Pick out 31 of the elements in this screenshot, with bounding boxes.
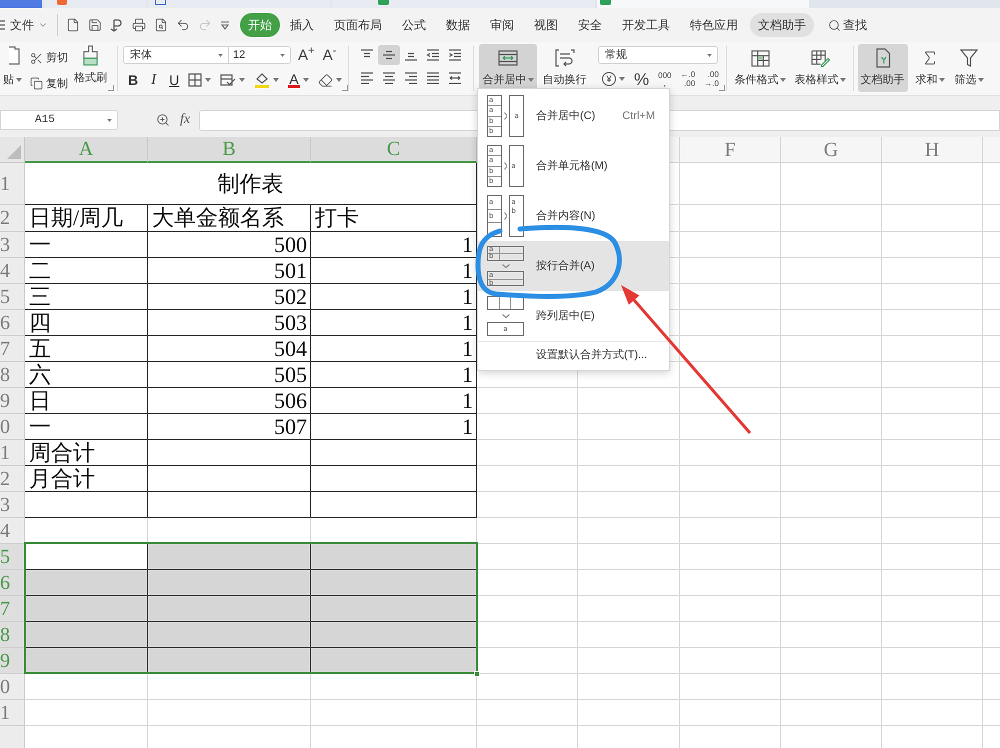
table-cell: 1 bbox=[311, 336, 477, 362]
table-cell: 六 bbox=[25, 362, 148, 388]
table-cell: 1 bbox=[311, 232, 477, 258]
table-cell: 周合计 bbox=[25, 440, 148, 466]
table-cell: 大单金额名系 bbox=[148, 205, 311, 232]
table-cell: 四 bbox=[25, 310, 148, 336]
table-cell: 1 bbox=[311, 284, 477, 310]
table-cell: 507 bbox=[148, 414, 311, 440]
table-cell: 1 bbox=[311, 388, 477, 414]
table-cell: 一 bbox=[25, 414, 148, 440]
table-cell: 503 bbox=[148, 310, 311, 336]
table-cell: 500 bbox=[148, 232, 311, 258]
table-cell: 1 bbox=[311, 310, 477, 336]
shortcut-label: Ctrl+M bbox=[622, 108, 655, 124]
table-cell: 三 bbox=[25, 284, 148, 310]
table-title: 制作表 bbox=[25, 163, 477, 205]
table-cell: 一 bbox=[25, 232, 148, 258]
table-cell: 502 bbox=[148, 284, 311, 310]
table-cell: 二 bbox=[25, 258, 148, 284]
table-cell: 1 bbox=[311, 414, 477, 440]
table-cell: 日 bbox=[25, 388, 148, 414]
table-cell: 505 bbox=[148, 362, 311, 388]
currency-symbol: ¥ bbox=[602, 72, 616, 86]
table-cell: 打卡 bbox=[311, 205, 477, 232]
table-cell: 五 bbox=[25, 336, 148, 362]
table-cell: 501 bbox=[148, 258, 311, 284]
table-cell: 日期/周几 bbox=[25, 205, 148, 232]
table-cell: 月合计 bbox=[25, 466, 148, 492]
table-cell: 506 bbox=[148, 388, 311, 414]
table-cell: 1 bbox=[311, 362, 477, 388]
table-cell: 504 bbox=[148, 336, 311, 362]
